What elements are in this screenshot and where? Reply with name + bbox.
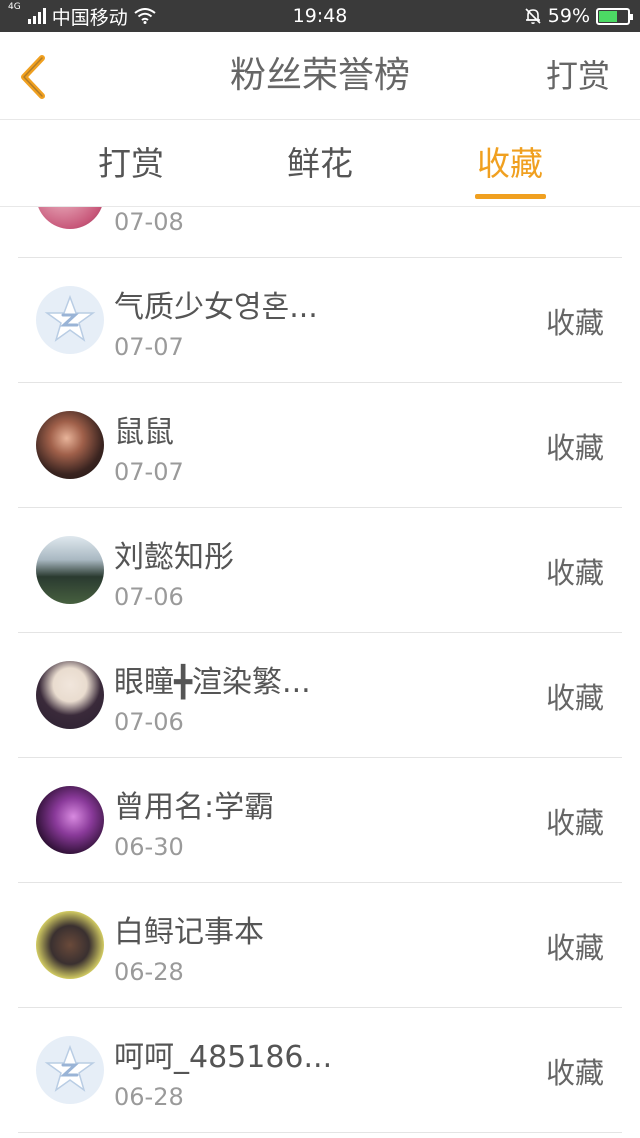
- avatar: [36, 536, 104, 604]
- battery-percent: 59%: [547, 5, 590, 27]
- fan-name: 呵呵_485186...: [114, 1040, 333, 1075]
- fan-date: 07-07: [114, 458, 184, 486]
- fan-name: 鼠鼠: [114, 415, 174, 450]
- avatar: [36, 911, 104, 979]
- fan-date: 07-06: [114, 583, 184, 611]
- battery-charging-icon: [596, 7, 633, 25]
- fan-date: 07-06: [114, 708, 184, 736]
- fan-name: 刘懿知彤: [114, 540, 234, 575]
- fan-action: 收藏: [545, 931, 604, 965]
- list-item[interactable]: 呵呵_485186... 06-28 收藏: [18, 1008, 622, 1133]
- list-item[interactable]: 刘懿知彤 07-06 收藏: [18, 508, 622, 633]
- avatar: [36, 661, 104, 729]
- tab-reward[interactable]: 打赏: [71, 121, 191, 207]
- active-tab-indicator: [475, 194, 546, 199]
- list-item[interactable]: 白鲟记事本 06-28 收藏: [18, 883, 622, 1008]
- fan-name: 白鲟记事本: [114, 915, 264, 950]
- battery-fill: [599, 10, 617, 22]
- page-title: 粉丝荣誉榜: [229, 55, 410, 96]
- avatar: [36, 411, 104, 479]
- tab-flowers[interactable]: 鲜花: [260, 121, 380, 207]
- fan-action: 收藏: [545, 556, 604, 590]
- fan-date: 07-07: [114, 333, 184, 361]
- list-item[interactable]: 眼瞳╋渲染繁... 07-06 收藏: [18, 633, 622, 758]
- fan-name: 气质少女영혼...: [114, 290, 318, 325]
- list-item[interactable]: 曾用名:学霸 06-30 收藏: [18, 758, 622, 883]
- fan-action: 收藏: [545, 431, 604, 465]
- default-avatar-icon: [36, 1036, 104, 1104]
- fan-date: 07-08: [114, 208, 184, 236]
- default-avatar-icon: [36, 286, 104, 354]
- fan-action: 收藏: [545, 1056, 604, 1090]
- fan-name: 眼瞳╋渲染繁...: [114, 665, 311, 700]
- fan-action: 收藏: [545, 306, 604, 340]
- status-bar: 4G 中国移动 19:48 59%: [0, 0, 640, 32]
- fan-date: 06-30: [114, 833, 184, 861]
- status-left: 4G 中国移动: [8, 1, 156, 30]
- wifi-icon: [134, 8, 156, 24]
- signal-icon: [27, 8, 46, 24]
- fan-action: 收藏: [545, 806, 604, 840]
- list-item[interactable]: 气质少女영혼... 07-07 收藏: [18, 258, 622, 383]
- fan-date: 06-28: [114, 1083, 184, 1111]
- mute-bell-icon: [525, 8, 541, 24]
- fan-date: 06-28: [114, 958, 184, 986]
- avatar: [36, 786, 104, 854]
- fan-list: 07-08 气质少女영혼... 07-07 收藏 鼠鼠 07-07 收藏 刘懿知…: [18, 133, 622, 1133]
- list-item[interactable]: 鼠鼠 07-07 收藏: [18, 383, 622, 508]
- network-type: 4G: [8, 1, 21, 12]
- reward-button[interactable]: 打赏: [546, 32, 610, 120]
- status-right: 59%: [524, 5, 633, 27]
- fan-action: 收藏: [545, 681, 604, 715]
- nav-header: 粉丝荣誉榜 打赏: [0, 32, 640, 120]
- fan-name: 曾用名:学霸: [114, 790, 275, 825]
- carrier-name: 中国移动: [51, 6, 128, 29]
